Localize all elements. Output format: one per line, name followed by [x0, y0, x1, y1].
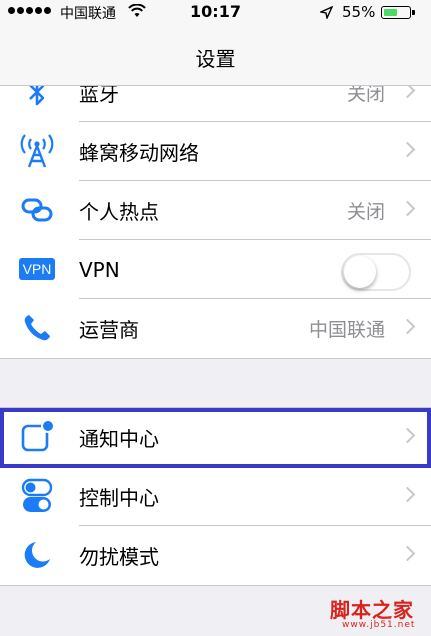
vpn-badge: VPN	[18, 258, 56, 280]
chevron-right-icon	[399, 486, 416, 503]
page-title: 设置	[195, 47, 236, 71]
settings-row-label: 运营商	[79, 318, 139, 342]
chevron-right-icon	[399, 141, 416, 158]
settings-row-label: 通知中心	[79, 427, 159, 451]
settings-row-label: VPN	[79, 257, 120, 282]
control-center-icon	[18, 478, 56, 513]
notification-center-icon	[18, 420, 56, 454]
hotspot-icon	[18, 193, 56, 227]
settings-row-label: 勿扰模式	[79, 545, 159, 569]
vpn-toggle[interactable]	[341, 253, 411, 291]
settings-row-label: 蜂窝移动网络	[79, 141, 199, 165]
status-bar: 中国联通 10:17 55%	[0, 0, 431, 26]
settings-row-hotspot[interactable]: 个人热点 关闭	[0, 181, 431, 240]
watermark-url: www.jb51.net	[342, 620, 416, 630]
battery-percent: 55%	[342, 3, 376, 21]
settings-row-notification-center[interactable]: 通知中心	[0, 408, 431, 468]
battery-icon	[381, 6, 411, 19]
settings-row-value: 中国联通	[308, 319, 385, 341]
settings-row-vpn[interactable]: VPN VPN	[0, 240, 431, 299]
toggle-knob	[344, 256, 376, 288]
battery-tip	[412, 10, 415, 15]
chevron-right-icon	[399, 427, 416, 444]
settings-row-label: 个人热点	[79, 200, 159, 224]
phone-icon	[18, 311, 56, 345]
settings-row-carrier[interactable]: 运营商 中国联通	[0, 299, 431, 358]
settings-group-connectivity: 蓝牙 关闭 蜂窝移动网络 个人热点 关闭 VPN VPN 运营商 中国联通	[0, 62, 431, 359]
settings-row-do-not-disturb[interactable]: 勿扰模式	[0, 526, 431, 585]
selection-highlight	[0, 408, 431, 468]
top-bar: 中国联通 10:17 55% 设置	[0, 0, 431, 86]
chevron-right-icon	[399, 545, 416, 562]
vpn-icon: VPN	[18, 252, 56, 286]
cellular-icon	[18, 134, 56, 168]
settings-row-control-center[interactable]: 控制中心	[0, 467, 431, 526]
watermark-logo: 脚本之家	[330, 598, 414, 622]
location-arrow-icon	[318, 5, 334, 23]
settings-row-cellular[interactable]: 蜂窝移动网络	[0, 122, 431, 181]
moon-icon	[18, 538, 56, 572]
chevron-right-icon	[399, 200, 416, 217]
settings-group-system: 通知中心 控制中心 勿扰模式	[0, 407, 431, 586]
settings-row-value: 关闭	[346, 201, 385, 223]
chevron-right-icon	[399, 318, 416, 335]
settings-row-label: 控制中心	[79, 486, 159, 510]
